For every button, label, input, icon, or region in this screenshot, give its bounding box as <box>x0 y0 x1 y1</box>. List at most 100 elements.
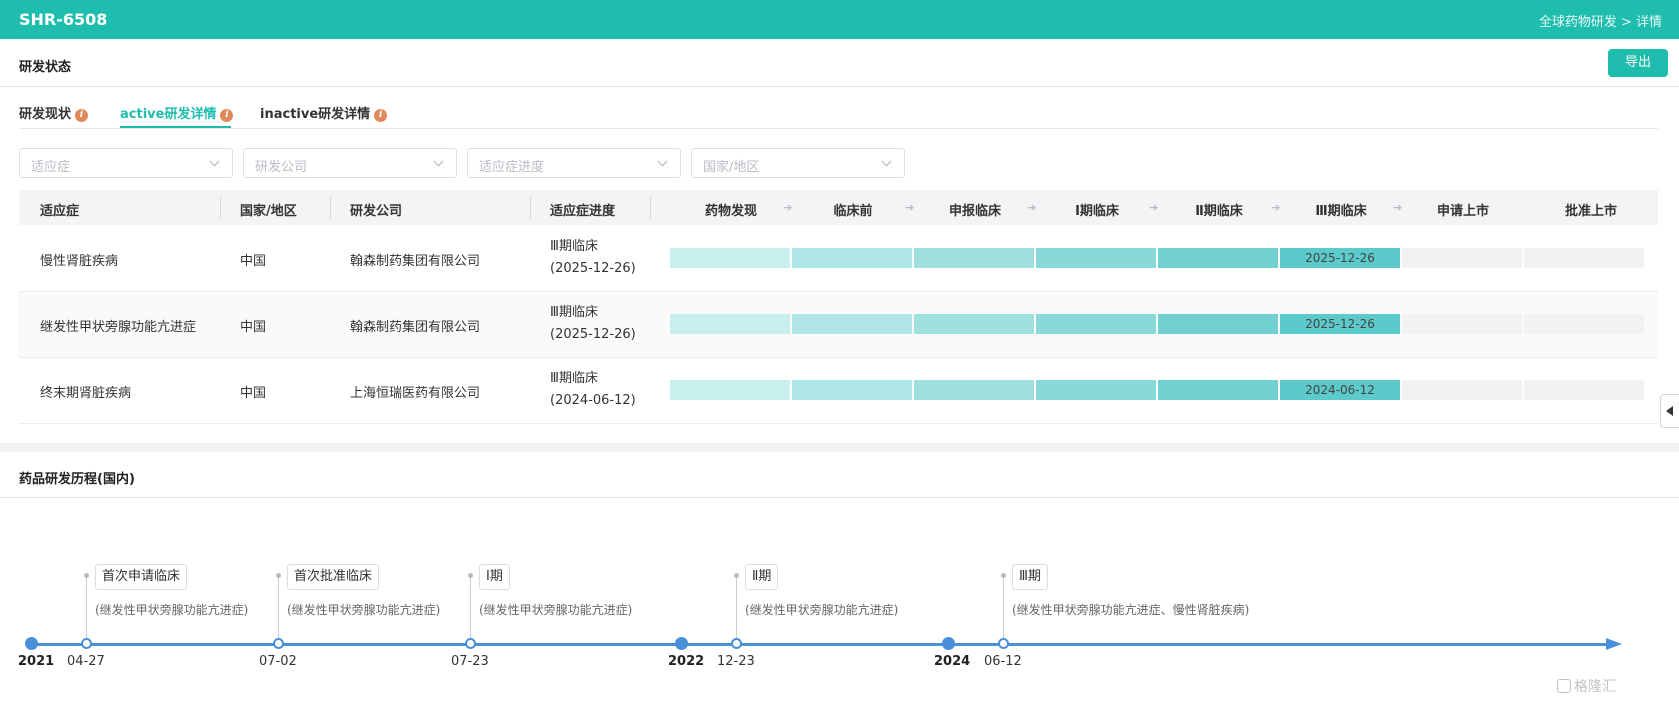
event-subtitle: (继发性甲状旁腺功能亢进症) <box>287 603 441 617</box>
cell-indication: 继发性甲状旁腺功能亢进症 <box>40 320 197 335</box>
event-marker[interactable] <box>81 638 92 649</box>
cell-region: 中国 <box>240 320 267 335</box>
event-subtitle: (继发性甲状旁腺功能亢进症) <box>479 603 633 617</box>
stage-bar-segment <box>1158 314 1278 334</box>
tab-inactive-details[interactable]: inactive研发详情 i <box>260 103 388 122</box>
event-marker[interactable] <box>998 638 1009 649</box>
filter-region-select[interactable]: 国家/地区 <box>691 148 905 178</box>
progress-stage: Ⅲ期临床 <box>550 305 598 320</box>
stage-bar-segment <box>914 248 1034 268</box>
event-title[interactable]: 首次申请临床 <box>95 564 188 590</box>
chevron-down-icon <box>881 156 892 167</box>
stage-bar-date: 2025-12-26 <box>1305 317 1375 331</box>
stage-bar-segment: 2024-06-12 <box>1280 380 1400 400</box>
filter-company-select[interactable]: 研发公司 <box>243 148 457 178</box>
chevron-down-icon <box>657 156 668 167</box>
stage-bar-date: 2024-06-12 <box>1305 383 1375 397</box>
select-placeholder: 国家/地区 <box>703 160 760 175</box>
chevron-right-icon: ➔ <box>783 201 793 214</box>
chevron-right-icon: ➔ <box>1027 201 1037 214</box>
select-placeholder: 适应症 <box>31 160 71 175</box>
stage-bar-segment <box>1402 314 1522 334</box>
event-title[interactable]: Ⅱ期 <box>745 564 779 590</box>
column-divider <box>650 196 651 219</box>
tab-label: active研发详情 <box>120 107 217 122</box>
stage-bar-segment <box>792 248 912 268</box>
event-stem <box>86 576 87 638</box>
year-marker <box>25 637 38 650</box>
column-header-indication[interactable]: 适应症 <box>40 200 79 219</box>
section-title-history: 药品研发历程(国内) <box>19 472 135 487</box>
stage-header-nda: 申请上市 <box>1436 204 1489 219</box>
filter-progress-select[interactable]: 适应症进度 <box>467 148 681 178</box>
cell-region: 中国 <box>240 254 267 269</box>
column-header-region[interactable]: 国家/地区 <box>240 200 297 219</box>
event-marker[interactable] <box>273 638 284 649</box>
tab-label: 研发现状 <box>19 107 72 122</box>
cell-company[interactable]: 上海恒瑞医药有限公司 <box>350 382 480 401</box>
event-title[interactable]: Ⅲ期 <box>1012 564 1048 590</box>
cell-region: 中国 <box>240 386 267 401</box>
event-title[interactable]: Ⅰ期 <box>479 564 510 590</box>
progress-date: (2025-12-26) <box>550 261 636 276</box>
event-stem-dot <box>1001 573 1006 578</box>
event-stem-dot <box>84 573 89 578</box>
column-header-progress[interactable]: 适应症进度 <box>550 200 615 219</box>
select-placeholder: 适应症进度 <box>479 160 545 175</box>
cell-progress: Ⅲ期临床 (2025-12-26) <box>550 302 636 346</box>
stage-header-preclinical: 临床前 <box>833 204 873 219</box>
stage-bar-segment <box>1036 314 1156 334</box>
event-stem <box>278 576 279 638</box>
side-panel-toggle[interactable] <box>1660 394 1679 428</box>
year-marker <box>942 637 955 650</box>
chevron-right-icon: ➔ <box>1271 201 1281 214</box>
tabs-divider <box>19 128 1658 129</box>
event-stem <box>736 576 737 638</box>
export-button[interactable]: 导出 <box>1608 49 1668 77</box>
info-icon[interactable]: i <box>75 109 89 122</box>
stage-header-phase1: Ⅰ期临床 <box>1075 204 1119 219</box>
stage-header-phase3: Ⅲ期临床 <box>1315 204 1367 219</box>
tab-active-details[interactable]: active研发详情 i <box>120 103 234 122</box>
breadcrumb[interactable]: 全球药物研发 > 详情 <box>1539 11 1662 30</box>
info-icon[interactable]: i <box>374 109 388 122</box>
event-date: 07-23 <box>451 654 489 669</box>
section-divider <box>0 86 1679 87</box>
section-title-status: 研发状态 <box>19 60 72 75</box>
event-marker[interactable] <box>465 638 476 649</box>
info-icon[interactable]: i <box>220 109 234 122</box>
progress-date: (2024-06-12) <box>550 393 636 408</box>
logo-icon <box>1557 679 1571 693</box>
column-divider <box>220 196 221 219</box>
stage-bar-segment <box>1524 380 1644 400</box>
cell-company[interactable]: 翰森制药集团有限公司 <box>350 250 480 269</box>
year-label: 2022 <box>668 654 705 669</box>
stage-bar-segment <box>792 380 912 400</box>
stage-bar-segment <box>670 314 790 334</box>
event-date: 12-23 <box>717 654 755 669</box>
event-subtitle: (继发性甲状旁腺功能亢进症、慢性肾脏疾病) <box>1012 603 1250 617</box>
event-date: 07-02 <box>259 654 297 669</box>
stage-header-approved: 批准上市 <box>1564 204 1617 219</box>
progress-stage: Ⅲ期临床 <box>550 371 598 386</box>
filter-indication-select[interactable]: 适应症 <box>19 148 233 178</box>
top-header-bar: SHR-6508 全球药物研发 > 详情 <box>0 0 1679 39</box>
event-date: 06-12 <box>984 654 1022 669</box>
chevron-down-icon <box>433 156 444 167</box>
stage-bar-segment: 2025-12-26 <box>1280 314 1400 334</box>
tab-status-overview[interactable]: 研发现状 i <box>19 103 89 122</box>
caret-left-icon <box>1666 406 1673 416</box>
stage-bar-segment <box>914 380 1034 400</box>
column-header-company[interactable]: 研发公司 <box>350 200 402 219</box>
chevron-right-icon: ➔ <box>1149 201 1159 214</box>
history-card <box>0 452 1679 703</box>
cell-company[interactable]: 翰森制药集团有限公司 <box>350 316 480 335</box>
event-marker[interactable] <box>731 638 742 649</box>
event-title[interactable]: 首次批准临床 <box>287 564 380 590</box>
year-marker <box>675 637 688 650</box>
stage-bar-segment <box>1158 380 1278 400</box>
stage-bar-segment <box>1524 248 1644 268</box>
stage-bar-segment: 2025-12-26 <box>1280 248 1400 268</box>
progress-stage: Ⅲ期临床 <box>550 239 598 254</box>
stage-header-ind: 申报临床 <box>948 204 1001 219</box>
